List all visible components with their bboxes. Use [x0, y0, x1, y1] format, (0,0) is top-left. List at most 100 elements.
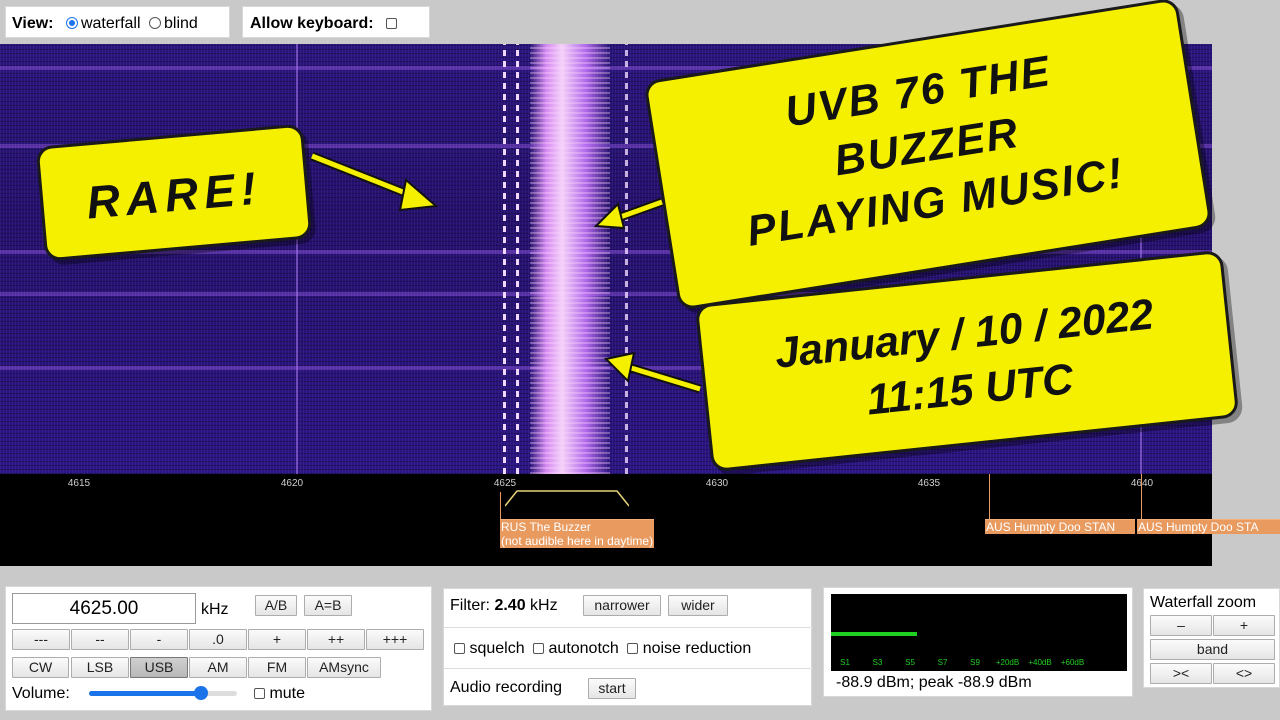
- filter-divider: [444, 668, 813, 669]
- view-selector: View: waterfall blind: [5, 6, 230, 38]
- mute-toggle[interactable]: mute: [254, 685, 305, 703]
- s-meter-scale-label: S7: [937, 658, 948, 667]
- autonotch-label: autonotch: [548, 640, 619, 657]
- passband-indicator[interactable]: [505, 489, 629, 507]
- step-up-large-button[interactable]: +++: [366, 629, 424, 650]
- step-down-small-button[interactable]: -: [130, 629, 188, 650]
- s-meter: S1 S3 S5 S7 S9 +20dB +40dB +60dB: [831, 594, 1127, 671]
- audio-recording-label: Audio recording: [450, 679, 563, 696]
- rare-callout: RARE!: [35, 123, 313, 262]
- station-marker: [989, 474, 990, 520]
- zoom-band-button[interactable]: band: [1150, 639, 1275, 660]
- s-meter-scale-label: S1: [840, 658, 850, 667]
- volume-slider[interactable]: [89, 686, 237, 700]
- arrow-icon: [310, 151, 439, 212]
- waterfall-zoom-title: Waterfall zoom: [1150, 594, 1257, 611]
- a-b-button[interactable]: A/B: [255, 595, 297, 616]
- s-meter-scale-label: S3: [872, 658, 883, 667]
- scale-tick: 4620: [280, 478, 304, 489]
- mode-am-button[interactable]: AM: [189, 657, 247, 678]
- volume-fill: [89, 691, 202, 696]
- frequency-scale[interactable]: 4615 4620 4625 4630 4635 4640 RUS The Bu…: [0, 474, 1212, 566]
- station-label-buzzer[interactable]: RUS The Buzzer (not audible here in dayt…: [500, 519, 655, 548]
- volume-label: Volume:: [12, 685, 70, 702]
- keyboard-toggle: Allow keyboard:: [242, 6, 430, 38]
- signal-readout: -88.9 dBm; peak -88.9 dBm: [836, 674, 1032, 691]
- buzzer-signal: [530, 44, 610, 474]
- scale-tick: 4615: [67, 478, 91, 489]
- scale-tick: 4640: [1130, 478, 1154, 489]
- filter-unit: kHz: [530, 597, 558, 614]
- mode-amsync-button[interactable]: AMsync: [307, 657, 381, 678]
- station-label-humpty-doo[interactable]: AUS Humpty Doo STAN: [985, 519, 1135, 534]
- filter-readout: Filter: 2.40 kHz: [450, 597, 558, 615]
- round-frequency-button[interactable]: .0: [189, 629, 247, 650]
- filter-value: 2.40: [494, 597, 526, 614]
- mode-fm-button[interactable]: FM: [248, 657, 306, 678]
- s-meter-bar: [831, 632, 917, 636]
- s-meter-scale-label: +20dB: [995, 658, 1020, 667]
- keyboard-label: Allow keyboard:: [250, 15, 374, 32]
- waterfall-radio-label[interactable]: waterfall: [81, 15, 141, 32]
- station-name: AUS Humpty Doo STAN: [986, 520, 1116, 534]
- arrow-icon: [593, 197, 664, 230]
- squelch-label: squelch: [469, 640, 525, 657]
- autonotch-checkbox[interactable]: [533, 643, 545, 654]
- station-label-humpty-doo-2[interactable]: AUS Humpty Doo STA: [1137, 519, 1280, 534]
- mode-lsb-button[interactable]: LSB: [71, 657, 129, 678]
- filter-options: squelch autonotch noise reduction: [454, 640, 755, 658]
- step-down-large-button[interactable]: ---: [12, 629, 70, 650]
- mute-label: mute: [269, 685, 306, 702]
- blind-radio-label[interactable]: blind: [164, 15, 198, 32]
- signal-trace: [516, 44, 519, 474]
- waterfall-radio[interactable]: [65, 17, 78, 29]
- station-marker: [500, 492, 501, 520]
- mode-usb-button[interactable]: USB: [130, 657, 188, 678]
- zoom-full-button[interactable]: <>: [1213, 663, 1275, 684]
- station-name: RUS The Buzzer: [501, 520, 591, 534]
- zoom-out-button[interactable]: –: [1150, 615, 1212, 636]
- s-meter-scale-label: S9: [970, 658, 980, 667]
- squelch-toggle[interactable]: squelch: [454, 640, 525, 657]
- step-down-medium-button[interactable]: --: [71, 629, 129, 650]
- autonotch-toggle[interactable]: autonotch: [533, 640, 619, 657]
- view-label: View:: [12, 15, 54, 32]
- step-up-small-button[interactable]: +: [248, 629, 306, 650]
- s-meter-panel: S1 S3 S5 S7 S9 +20dB +40dB +60dB -88.9 dBm; pea…: [823, 587, 1133, 697]
- noise-reduction-label: noise reduction: [642, 640, 752, 657]
- signal-trace: [503, 44, 506, 474]
- signal-trace: [625, 44, 628, 474]
- scale-tick: 4630: [705, 478, 729, 489]
- zoom-center-button[interactable]: ><: [1150, 663, 1212, 684]
- station-note: (not audible here in daytime): [501, 534, 654, 548]
- s-meter-scale-label: +40dB: [1028, 658, 1052, 667]
- frequency-input[interactable]: 4625.00: [12, 593, 196, 624]
- start-recording-button[interactable]: start: [588, 678, 636, 699]
- scale-tick: 4635: [917, 478, 941, 489]
- filter-divider: [444, 627, 813, 628]
- mode-cw-button[interactable]: CW: [12, 657, 69, 678]
- scale-tick: 4625: [493, 478, 517, 489]
- noise-reduction-checkbox[interactable]: [627, 643, 639, 654]
- s-meter-scale-label: S5: [905, 658, 915, 667]
- frequency-unit: kHz: [201, 601, 229, 618]
- filter-label: Filter:: [450, 597, 490, 614]
- step-up-medium-button[interactable]: ++: [307, 629, 365, 650]
- blind-radio[interactable]: [148, 17, 161, 29]
- wider-button[interactable]: wider: [668, 595, 728, 616]
- waterfall-zoom-panel: Waterfall zoom – + band >< <>: [1143, 588, 1280, 688]
- filter-panel: Filter: 2.40 kHz narrower wider squelch …: [443, 588, 813, 706]
- narrower-button[interactable]: narrower: [583, 595, 661, 616]
- station-name: AUS Humpty Doo STA: [1138, 520, 1259, 534]
- waterfall-carrier: [296, 44, 298, 474]
- volume-knob[interactable]: [194, 686, 209, 700]
- mute-checkbox[interactable]: [254, 688, 265, 699]
- station-marker: [1141, 474, 1142, 520]
- keyboard-checkbox[interactable]: [386, 18, 398, 29]
- zoom-in-button[interactable]: +: [1213, 615, 1275, 636]
- a-equals-b-button[interactable]: A=B: [304, 595, 352, 616]
- s-meter-scale-label: +60dB: [1060, 658, 1085, 667]
- arrow-icon: [603, 351, 702, 394]
- squelch-checkbox[interactable]: [454, 643, 465, 654]
- noise-reduction-toggle[interactable]: noise reduction: [627, 640, 751, 657]
